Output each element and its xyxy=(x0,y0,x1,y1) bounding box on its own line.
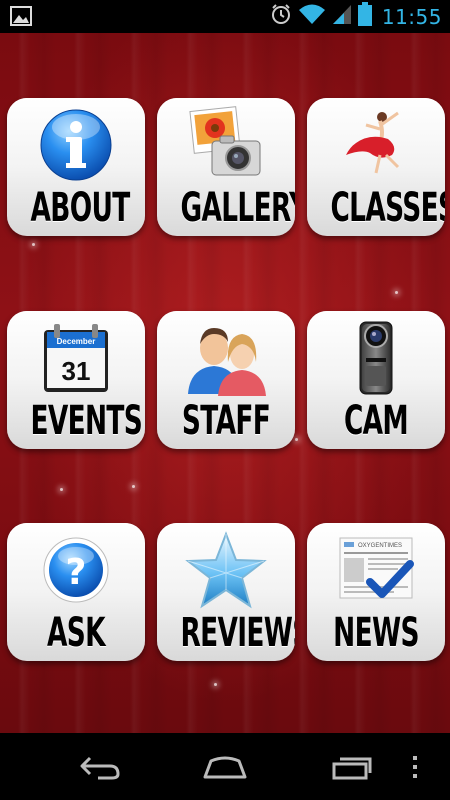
menu-button[interactable] xyxy=(380,733,450,800)
battery-icon xyxy=(357,2,372,31)
dancer-icon xyxy=(307,104,445,186)
camcorder-icon xyxy=(307,317,445,399)
back-button[interactable] xyxy=(55,733,145,800)
about-tile[interactable]: ABOUT xyxy=(7,98,145,236)
home-button[interactable] xyxy=(180,733,270,800)
navigation-bar xyxy=(0,733,450,800)
sparkle xyxy=(214,683,217,686)
cam-tile[interactable]: CAM xyxy=(307,311,445,449)
gallery-label: GALLERY xyxy=(180,185,295,231)
newspaper-icon: OXYGENTIMES xyxy=(307,529,445,611)
calendar-icon: December 31 xyxy=(7,317,145,399)
star-icon xyxy=(157,529,295,611)
reviews-tile[interactable]: REVIEWS xyxy=(157,523,295,661)
back-icon xyxy=(80,756,120,779)
clock-time: 11:55 xyxy=(381,4,442,29)
staff-tile[interactable]: STAFF xyxy=(157,311,295,449)
svg-text:?: ? xyxy=(66,552,87,593)
calendar-day: 31 xyxy=(62,356,91,386)
people-icon xyxy=(157,317,295,399)
news-label: NEWS xyxy=(333,610,419,656)
ask-tile[interactable]: ? ASK xyxy=(7,523,145,661)
reviews-label: REVIEWS xyxy=(180,610,295,656)
sparkle xyxy=(132,485,135,488)
question-icon: ? xyxy=(7,529,145,611)
gallery-notification-icon xyxy=(10,6,32,26)
gallery-tile[interactable]: GALLERY xyxy=(157,98,295,236)
info-icon xyxy=(7,104,145,186)
events-tile[interactable]: December 31 EVENTS xyxy=(7,311,145,449)
staff-label: STAFF xyxy=(181,398,271,444)
menu-icon xyxy=(413,755,417,778)
news-tile[interactable]: OXYGENTIMES NEWS xyxy=(307,523,445,661)
recent-apps-icon xyxy=(332,757,372,779)
photo-camera-icon xyxy=(157,104,295,186)
events-label: EVENTS xyxy=(30,398,143,444)
sparkle xyxy=(60,488,63,491)
signal-icon xyxy=(332,3,352,30)
cam-label: CAM xyxy=(343,398,409,444)
calendar-month: December xyxy=(57,337,96,346)
ask-label: ASK xyxy=(47,610,106,656)
wifi-icon xyxy=(298,3,326,30)
newspaper-masthead: OXYGENTIMES xyxy=(358,543,402,549)
sparkle xyxy=(295,438,298,441)
alarm-icon xyxy=(270,3,292,30)
sparkle xyxy=(395,291,398,294)
home-icon xyxy=(203,756,247,778)
sparkle xyxy=(32,243,35,246)
app-home-screen: ABOUT GALLERY CLASSES December 31 EVENTS… xyxy=(0,33,450,733)
classes-tile[interactable]: CLASSES xyxy=(307,98,445,236)
about-label: ABOUT xyxy=(30,185,130,231)
classes-label: CLASSES xyxy=(330,185,445,231)
status-bar: 11:55 xyxy=(0,0,450,33)
